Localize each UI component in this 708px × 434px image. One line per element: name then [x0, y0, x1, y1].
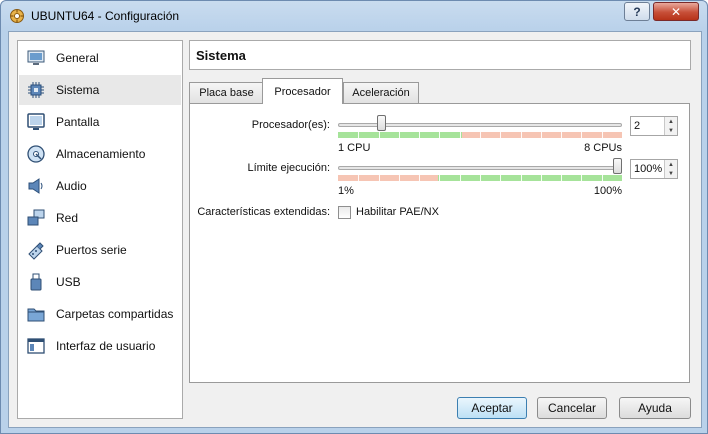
slider-tick [602, 132, 603, 138]
sidebar-item-label: Red [56, 211, 79, 225]
cpu-max-label: 8 CPUs [584, 142, 622, 154]
sidebar-item-usb[interactable]: USB [19, 267, 181, 297]
slider-tick [439, 175, 440, 181]
title-bar[interactable]: UBUNTU64 - Configuración ? ✕ [1, 1, 707, 31]
slider-tick [460, 175, 461, 181]
page-title: Sistema [196, 47, 246, 63]
slider-tick [439, 132, 440, 138]
window-title: UBUNTU64 - Configuración [31, 9, 180, 23]
execution-cap-value: 100% [634, 163, 663, 175]
page-title-box: Sistema [189, 40, 691, 70]
slider-tick [399, 132, 400, 138]
sidebar-item-pantalla[interactable]: Pantalla [19, 107, 181, 137]
slider-tick [581, 132, 582, 138]
help-title-button[interactable]: ? [624, 2, 650, 21]
slider-tick [379, 132, 380, 138]
spin-up-icon[interactable]: ▲ [665, 117, 677, 126]
cpu-count-spinbox[interactable]: 2 ▲ ▼ [630, 116, 678, 136]
cpu-min-label: 1 CPU [338, 142, 371, 154]
slider-tick [521, 132, 522, 138]
slider-tick [460, 132, 461, 138]
slider-tick [500, 175, 501, 181]
folder-icon [25, 303, 47, 325]
sidebar-item-label: USB [56, 275, 81, 289]
execution-slider-track [338, 166, 622, 170]
execution-safe-zone [438, 175, 622, 181]
sidebar-item-almacenamiento[interactable]: Almacenamiento [19, 139, 181, 169]
chip-icon [25, 79, 47, 101]
close-button[interactable]: ✕ [653, 2, 699, 21]
slider-tick [541, 132, 542, 138]
spin-down-icon[interactable]: ▼ [665, 126, 677, 135]
tab-placa-base[interactable]: Placa base [189, 82, 264, 103]
execution-cap-label: Límite ejecución: [247, 162, 330, 174]
speaker-icon [25, 175, 47, 197]
tab-procesador[interactable]: Procesador [262, 78, 343, 104]
slider-tick [561, 132, 562, 138]
sidebar-item-carpetas-compartidas[interactable]: Carpetas compartidas [19, 299, 181, 329]
sidebar-item-label: Almacenamiento [56, 147, 146, 161]
pae-nx-checkbox[interactable] [338, 206, 351, 219]
window-icon [25, 335, 47, 357]
pae-nx-label[interactable]: Habilitar PAE/NX [356, 206, 439, 218]
spin-up-icon[interactable]: ▲ [665, 160, 677, 169]
cpu-count-value: 2 [634, 120, 641, 132]
slider-tick [480, 132, 481, 138]
dialog-body: General Sistema Pantalla Almacenamiento … [8, 31, 702, 428]
usb-icon [25, 271, 47, 293]
slider-tick [419, 132, 420, 138]
serial-icon [25, 239, 47, 261]
slider-tick [602, 175, 603, 181]
slider-tick [500, 132, 501, 138]
processor-panel: Procesador(es): 1 CPU 8 CPUs 2 ▲ ▼ Límite… [189, 103, 690, 383]
sidebar-item-general[interactable]: General [19, 43, 181, 73]
sidebar-item-red[interactable]: Red [19, 203, 181, 233]
network-icon [25, 207, 47, 229]
settings-window: UBUNTU64 - Configuración ? ✕ General Sis… [0, 0, 708, 434]
execution-cap-spinbox[interactable]: 100% ▲ ▼ [630, 159, 678, 179]
help-button[interactable]: Ayuda [619, 397, 691, 419]
slider-tick [480, 175, 481, 181]
sidebar-item-label: Audio [56, 179, 87, 193]
slider-tick [521, 175, 522, 181]
cpu-count-label: Procesador(es): [251, 119, 330, 131]
slider-tick [358, 132, 359, 138]
execution-slider-thumb[interactable] [613, 158, 622, 174]
tab-aceleracion[interactable]: Aceleración [343, 82, 419, 103]
disk-icon [25, 143, 47, 165]
slider-tick [419, 175, 420, 181]
display-icon [25, 111, 47, 133]
slider-tick [358, 175, 359, 181]
category-list: General Sistema Pantalla Almacenamiento … [17, 40, 183, 419]
execution-max-label: 100% [593, 185, 622, 197]
virtualbox-icon [9, 8, 25, 24]
sidebar-item-label: Sistema [56, 83, 100, 97]
slider-tick [379, 175, 380, 181]
execution-warn-zone [338, 175, 438, 181]
extended-features-label: Características extendidas: [197, 206, 330, 218]
execution-min-label: 1% [338, 185, 354, 197]
sidebar-item-interfaz-de-usuario[interactable]: Interfaz de usuario [19, 331, 181, 361]
slider-tick [541, 175, 542, 181]
spin-down-icon[interactable]: ▼ [665, 169, 677, 178]
sidebar-item-sistema[interactable]: Sistema [19, 75, 181, 105]
sidebar-item-label: Interfaz de usuario [56, 339, 156, 353]
cancel-button[interactable]: Cancelar [537, 397, 607, 419]
cpu-slider-thumb[interactable] [377, 115, 387, 131]
sidebar-item-label: Puertos serie [56, 243, 127, 257]
cpu-safe-zone [338, 132, 462, 138]
cpu-warn-zone [462, 132, 622, 138]
monitor-icon [25, 47, 47, 69]
sidebar-item-label: Carpetas compartidas [56, 307, 174, 321]
sidebar-item-label: General [56, 51, 99, 65]
sidebar-item-audio[interactable]: Audio [19, 171, 181, 201]
slider-tick [581, 175, 582, 181]
slider-tick [399, 175, 400, 181]
accept-button[interactable]: Aceptar [457, 397, 527, 419]
slider-tick [561, 175, 562, 181]
sidebar-item-label: Pantalla [56, 115, 100, 129]
sidebar-item-puertos-serie[interactable]: Puertos serie [19, 235, 181, 265]
